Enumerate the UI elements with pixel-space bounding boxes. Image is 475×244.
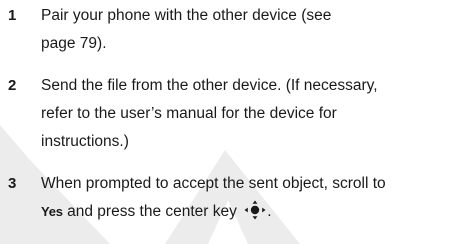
step-line: Pair your phone with the other device (s… [41,7,332,24]
step-line-text: . [267,203,272,220]
step-line-text: and press the center key [62,203,237,220]
step-line: Send the file from the other device. (If… [41,77,378,94]
step-number: 1 [8,7,17,24]
step-text: When prompted to accept the sent object,… [41,170,473,226]
step-line: instructions.) [41,133,129,150]
step-text: Pair your phone with the other device (s… [41,2,473,58]
step-number: 2 [8,77,17,94]
step-line: When prompted to accept the sent object,… [41,175,386,192]
nav-center-key-icon [244,200,266,220]
step-line: Yes and press the center key . [41,198,473,226]
step-line: refer to the user’s manual for the devic… [41,105,337,122]
step-line: page 79). [41,35,107,52]
step-text: Send the file from the other device. (If… [41,72,473,156]
step-number: 3 [8,175,17,192]
yes-softkey-label: Yes [41,204,63,219]
